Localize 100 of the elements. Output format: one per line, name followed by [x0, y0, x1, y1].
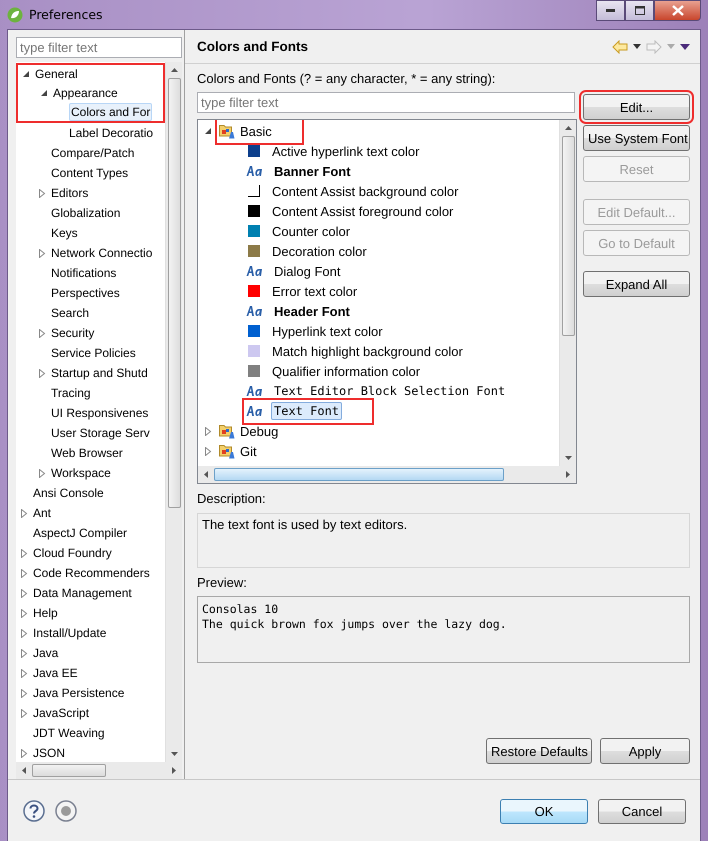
- tree-item[interactable]: UI Responsivenes: [49, 404, 150, 422]
- tree-item[interactable]: Tracing: [49, 384, 93, 402]
- tree-item[interactable]: Workspace: [49, 464, 113, 482]
- scrollbar[interactable]: [559, 120, 576, 466]
- tree-item[interactable]: Startup and Shutd: [49, 364, 150, 382]
- cancel-button[interactable]: Cancel: [598, 798, 686, 824]
- dropdown-icon[interactable]: [633, 44, 641, 49]
- tree-item[interactable]: Service Policies: [49, 344, 138, 362]
- collapsed-icon[interactable]: [204, 426, 212, 436]
- tree-item[interactable]: Code Recommenders: [31, 564, 152, 582]
- tree-item[interactable]: Search: [49, 304, 92, 322]
- expanded-icon[interactable]: [22, 70, 30, 78]
- tree-item[interactable]: Keys: [49, 224, 80, 242]
- collapsed-icon[interactable]: [38, 368, 46, 378]
- collapsed-icon[interactable]: [20, 608, 28, 618]
- tree-item[interactable]: Cloud Foundry: [31, 544, 114, 562]
- tree-item[interactable]: Java: [31, 644, 60, 662]
- tree-item[interactable]: Globalization: [49, 204, 122, 222]
- expanded-icon[interactable]: [40, 89, 48, 97]
- tree-item[interactable]: Help: [31, 604, 60, 622]
- tree-item[interactable]: Match highlight background color: [269, 342, 466, 360]
- scroll-right-icon[interactable]: [566, 471, 570, 478]
- action-button[interactable]: Use System Font: [583, 125, 690, 151]
- tree-item[interactable]: JSON: [31, 744, 68, 762]
- tree-item[interactable]: Qualifier information color: [269, 362, 424, 380]
- scroll-left-icon[interactable]: [204, 471, 208, 478]
- scroll-left-icon[interactable]: [22, 767, 26, 774]
- ok-button[interactable]: OK: [500, 798, 588, 824]
- scrollbar[interactable]: [198, 466, 576, 483]
- tree-item[interactable]: Counter color: [269, 222, 354, 240]
- scroll-right-icon[interactable]: [172, 767, 176, 774]
- tree-item[interactable]: Compare/Patch: [49, 144, 136, 162]
- tree-item[interactable]: Colors and For: [69, 103, 152, 121]
- collapsed-icon[interactable]: [38, 468, 46, 478]
- tree-item[interactable]: Label Decoratio: [67, 124, 156, 142]
- view-menu-icon[interactable]: [680, 44, 690, 50]
- scroll-up-icon[interactable]: [170, 68, 178, 72]
- tree-item[interactable]: Java Persistence: [31, 684, 126, 702]
- tree-item[interactable]: JavaScript: [31, 704, 92, 722]
- collapsed-icon[interactable]: [20, 648, 28, 658]
- scrollbar[interactable]: [16, 762, 182, 779]
- tree-item[interactable]: Ansi Console: [31, 484, 106, 502]
- tree-item[interactable]: Text Editor Block Selection Font: [271, 382, 508, 400]
- back-arrow-icon[interactable]: [612, 40, 628, 54]
- tree-item[interactable]: Error text color: [269, 282, 360, 300]
- filter-field[interactable]: type filter text: [197, 92, 575, 113]
- collapsed-icon[interactable]: [20, 568, 28, 578]
- tree-item[interactable]: Java EE: [31, 664, 80, 682]
- record-icon[interactable]: [55, 800, 77, 822]
- tree-item[interactable]: Decoration color: [269, 242, 370, 260]
- collapsed-icon[interactable]: [20, 508, 28, 518]
- tree-item[interactable]: Notifications: [49, 264, 118, 282]
- collapsed-icon[interactable]: [204, 446, 212, 456]
- collapsed-icon[interactable]: [38, 328, 46, 338]
- action-button[interactable]: Expand All: [583, 271, 690, 297]
- collapsed-icon[interactable]: [38, 188, 46, 198]
- collapsed-icon[interactable]: [20, 748, 28, 758]
- tree-category[interactable]: Git: [240, 444, 257, 458]
- scroll-down-icon[interactable]: [170, 752, 178, 756]
- tree-item[interactable]: Content Assist background color: [269, 182, 462, 200]
- tree-item[interactable]: JDT Weaving: [31, 724, 107, 742]
- tree-item[interactable]: Content Assist foreground color: [269, 202, 456, 220]
- tree-item[interactable]: Data Management: [31, 584, 134, 602]
- close-button[interactable]: [654, 0, 701, 21]
- tree-item[interactable]: Dialog Font: [271, 262, 344, 280]
- scrollbar[interactable]: [165, 62, 182, 762]
- tree-item[interactable]: Content Types: [49, 164, 130, 182]
- expanded-icon[interactable]: [204, 127, 212, 135]
- collapsed-icon[interactable]: [20, 688, 28, 698]
- collapsed-icon[interactable]: [38, 248, 46, 258]
- minimize-button[interactable]: [596, 0, 625, 21]
- collapsed-icon[interactable]: [20, 668, 28, 678]
- tree-item[interactable]: Banner Font: [271, 162, 354, 180]
- tree-category[interactable]: Debug: [240, 424, 278, 438]
- collapsed-icon[interactable]: [20, 588, 28, 598]
- help-icon[interactable]: [23, 800, 45, 822]
- tree-item[interactable]: Install/Update: [31, 624, 108, 642]
- tree-item[interactable]: Ant: [31, 504, 54, 522]
- maximize-button[interactable]: [625, 0, 654, 21]
- tree-item[interactable]: Appearance: [51, 84, 120, 102]
- tree-item[interactable]: Header Font: [271, 302, 353, 320]
- collapsed-icon[interactable]: [20, 548, 28, 558]
- tree-item[interactable]: Hyperlink text color: [269, 322, 386, 340]
- restore-defaults-button[interactable]: Restore Defaults: [486, 738, 592, 764]
- tree-item[interactable]: Web Browser: [49, 444, 125, 462]
- tree-item[interactable]: Perspectives: [49, 284, 122, 302]
- collapsed-icon[interactable]: [20, 708, 28, 718]
- collapsed-icon[interactable]: [20, 628, 28, 638]
- tree-item[interactable]: Security: [49, 324, 96, 342]
- apply-button[interactable]: Apply: [600, 738, 690, 764]
- tree-item[interactable]: AspectJ Compiler: [31, 524, 130, 542]
- tree-item[interactable]: User Storage Serv: [49, 424, 152, 442]
- filter-field[interactable]: type filter text: [16, 37, 182, 58]
- folder-icon: [219, 444, 235, 458]
- scroll-up-icon[interactable]: [564, 126, 572, 130]
- tree-item[interactable]: Active hyperlink text color: [269, 142, 422, 160]
- tree-item[interactable]: Text Font: [271, 402, 342, 420]
- tree-item[interactable]: Editors: [49, 184, 90, 202]
- scroll-down-icon[interactable]: [564, 456, 572, 460]
- tree-item[interactable]: Network Connectio: [49, 244, 154, 262]
